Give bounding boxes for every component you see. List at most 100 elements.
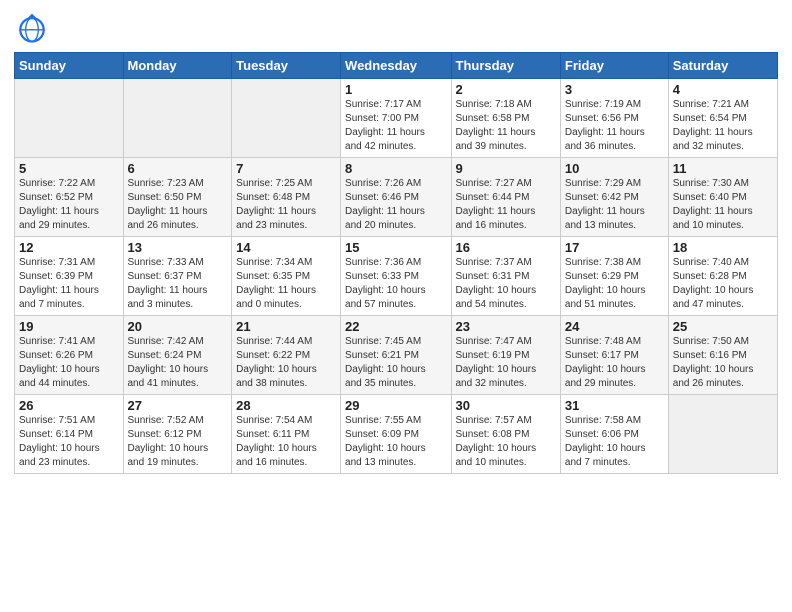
calendar-cell: 2Sunrise: 7:18 AM Sunset: 6:58 PM Daylig… xyxy=(451,79,560,158)
day-number: 14 xyxy=(236,240,336,255)
day-info: Sunrise: 7:25 AM Sunset: 6:48 PM Dayligh… xyxy=(236,177,336,233)
calendar-cell: 18Sunrise: 7:40 AM Sunset: 6:28 PM Dayli… xyxy=(668,237,777,316)
day-info: Sunrise: 7:48 AM Sunset: 6:17 PM Dayligh… xyxy=(565,335,664,391)
calendar-cell: 4Sunrise: 7:21 AM Sunset: 6:54 PM Daylig… xyxy=(668,79,777,158)
header xyxy=(14,10,778,46)
weekday-header-row: SundayMondayTuesdayWednesdayThursdayFrid… xyxy=(15,53,778,79)
weekday-header-wednesday: Wednesday xyxy=(341,53,451,79)
calendar-cell: 23Sunrise: 7:47 AM Sunset: 6:19 PM Dayli… xyxy=(451,316,560,395)
day-number: 9 xyxy=(456,161,556,176)
day-info: Sunrise: 7:26 AM Sunset: 6:46 PM Dayligh… xyxy=(345,177,446,233)
day-number: 5 xyxy=(19,161,119,176)
week-row-4: 19Sunrise: 7:41 AM Sunset: 6:26 PM Dayli… xyxy=(15,316,778,395)
calendar-cell: 5Sunrise: 7:22 AM Sunset: 6:52 PM Daylig… xyxy=(15,158,124,237)
calendar-cell: 13Sunrise: 7:33 AM Sunset: 6:37 PM Dayli… xyxy=(123,237,232,316)
day-number: 30 xyxy=(456,398,556,413)
day-info: Sunrise: 7:45 AM Sunset: 6:21 PM Dayligh… xyxy=(345,335,446,391)
calendar-table: SundayMondayTuesdayWednesdayThursdayFrid… xyxy=(14,52,778,474)
day-info: Sunrise: 7:22 AM Sunset: 6:52 PM Dayligh… xyxy=(19,177,119,233)
day-number: 20 xyxy=(128,319,228,334)
day-info: Sunrise: 7:58 AM Sunset: 6:06 PM Dayligh… xyxy=(565,414,664,470)
calendar-cell xyxy=(123,79,232,158)
calendar-cell: 26Sunrise: 7:51 AM Sunset: 6:14 PM Dayli… xyxy=(15,395,124,474)
day-info: Sunrise: 7:27 AM Sunset: 6:44 PM Dayligh… xyxy=(456,177,556,233)
page: SundayMondayTuesdayWednesdayThursdayFrid… xyxy=(0,0,792,612)
day-info: Sunrise: 7:50 AM Sunset: 6:16 PM Dayligh… xyxy=(673,335,773,391)
day-info: Sunrise: 7:34 AM Sunset: 6:35 PM Dayligh… xyxy=(236,256,336,312)
day-number: 19 xyxy=(19,319,119,334)
calendar-cell: 7Sunrise: 7:25 AM Sunset: 6:48 PM Daylig… xyxy=(232,158,341,237)
week-row-1: 1Sunrise: 7:17 AM Sunset: 7:00 PM Daylig… xyxy=(15,79,778,158)
calendar-cell: 31Sunrise: 7:58 AM Sunset: 6:06 PM Dayli… xyxy=(560,395,668,474)
calendar-cell xyxy=(15,79,124,158)
weekday-header-tuesday: Tuesday xyxy=(232,53,341,79)
calendar-cell: 17Sunrise: 7:38 AM Sunset: 6:29 PM Dayli… xyxy=(560,237,668,316)
day-info: Sunrise: 7:30 AM Sunset: 6:40 PM Dayligh… xyxy=(673,177,773,233)
day-info: Sunrise: 7:38 AM Sunset: 6:29 PM Dayligh… xyxy=(565,256,664,312)
day-info: Sunrise: 7:37 AM Sunset: 6:31 PM Dayligh… xyxy=(456,256,556,312)
day-info: Sunrise: 7:42 AM Sunset: 6:24 PM Dayligh… xyxy=(128,335,228,391)
calendar-cell: 29Sunrise: 7:55 AM Sunset: 6:09 PM Dayli… xyxy=(341,395,451,474)
day-info: Sunrise: 7:31 AM Sunset: 6:39 PM Dayligh… xyxy=(19,256,119,312)
calendar-cell: 25Sunrise: 7:50 AM Sunset: 6:16 PM Dayli… xyxy=(668,316,777,395)
day-number: 12 xyxy=(19,240,119,255)
day-info: Sunrise: 7:36 AM Sunset: 6:33 PM Dayligh… xyxy=(345,256,446,312)
day-number: 1 xyxy=(345,82,446,97)
calendar-cell: 8Sunrise: 7:26 AM Sunset: 6:46 PM Daylig… xyxy=(341,158,451,237)
day-number: 13 xyxy=(128,240,228,255)
calendar-cell xyxy=(232,79,341,158)
day-number: 15 xyxy=(345,240,446,255)
day-number: 23 xyxy=(456,319,556,334)
calendar-cell: 22Sunrise: 7:45 AM Sunset: 6:21 PM Dayli… xyxy=(341,316,451,395)
day-info: Sunrise: 7:29 AM Sunset: 6:42 PM Dayligh… xyxy=(565,177,664,233)
day-number: 31 xyxy=(565,398,664,413)
day-info: Sunrise: 7:55 AM Sunset: 6:09 PM Dayligh… xyxy=(345,414,446,470)
day-number: 25 xyxy=(673,319,773,334)
day-info: Sunrise: 7:52 AM Sunset: 6:12 PM Dayligh… xyxy=(128,414,228,470)
calendar-cell: 30Sunrise: 7:57 AM Sunset: 6:08 PM Dayli… xyxy=(451,395,560,474)
weekday-header-friday: Friday xyxy=(560,53,668,79)
calendar-cell: 10Sunrise: 7:29 AM Sunset: 6:42 PM Dayli… xyxy=(560,158,668,237)
calendar-cell: 28Sunrise: 7:54 AM Sunset: 6:11 PM Dayli… xyxy=(232,395,341,474)
day-info: Sunrise: 7:41 AM Sunset: 6:26 PM Dayligh… xyxy=(19,335,119,391)
day-info: Sunrise: 7:54 AM Sunset: 6:11 PM Dayligh… xyxy=(236,414,336,470)
day-info: Sunrise: 7:21 AM Sunset: 6:54 PM Dayligh… xyxy=(673,98,773,154)
weekday-header-sunday: Sunday xyxy=(15,53,124,79)
calendar-cell: 12Sunrise: 7:31 AM Sunset: 6:39 PM Dayli… xyxy=(15,237,124,316)
weekday-header-saturday: Saturday xyxy=(668,53,777,79)
week-row-2: 5Sunrise: 7:22 AM Sunset: 6:52 PM Daylig… xyxy=(15,158,778,237)
weekday-header-monday: Monday xyxy=(123,53,232,79)
day-info: Sunrise: 7:19 AM Sunset: 6:56 PM Dayligh… xyxy=(565,98,664,154)
day-info: Sunrise: 7:18 AM Sunset: 6:58 PM Dayligh… xyxy=(456,98,556,154)
day-info: Sunrise: 7:40 AM Sunset: 6:28 PM Dayligh… xyxy=(673,256,773,312)
day-number: 4 xyxy=(673,82,773,97)
day-number: 16 xyxy=(456,240,556,255)
logo-icon xyxy=(14,10,50,46)
day-info: Sunrise: 7:44 AM Sunset: 6:22 PM Dayligh… xyxy=(236,335,336,391)
day-info: Sunrise: 7:57 AM Sunset: 6:08 PM Dayligh… xyxy=(456,414,556,470)
day-number: 26 xyxy=(19,398,119,413)
calendar-cell: 11Sunrise: 7:30 AM Sunset: 6:40 PM Dayli… xyxy=(668,158,777,237)
day-number: 8 xyxy=(345,161,446,176)
calendar-cell: 16Sunrise: 7:37 AM Sunset: 6:31 PM Dayli… xyxy=(451,237,560,316)
day-info: Sunrise: 7:17 AM Sunset: 7:00 PM Dayligh… xyxy=(345,98,446,154)
day-number: 29 xyxy=(345,398,446,413)
day-number: 27 xyxy=(128,398,228,413)
day-number: 21 xyxy=(236,319,336,334)
weekday-header-thursday: Thursday xyxy=(451,53,560,79)
day-info: Sunrise: 7:23 AM Sunset: 6:50 PM Dayligh… xyxy=(128,177,228,233)
calendar-cell: 1Sunrise: 7:17 AM Sunset: 7:00 PM Daylig… xyxy=(341,79,451,158)
calendar-cell: 20Sunrise: 7:42 AM Sunset: 6:24 PM Dayli… xyxy=(123,316,232,395)
day-number: 2 xyxy=(456,82,556,97)
day-number: 10 xyxy=(565,161,664,176)
day-number: 3 xyxy=(565,82,664,97)
day-info: Sunrise: 7:51 AM Sunset: 6:14 PM Dayligh… xyxy=(19,414,119,470)
day-number: 18 xyxy=(673,240,773,255)
calendar-cell: 14Sunrise: 7:34 AM Sunset: 6:35 PM Dayli… xyxy=(232,237,341,316)
calendar-cell: 9Sunrise: 7:27 AM Sunset: 6:44 PM Daylig… xyxy=(451,158,560,237)
calendar-cell: 3Sunrise: 7:19 AM Sunset: 6:56 PM Daylig… xyxy=(560,79,668,158)
day-number: 7 xyxy=(236,161,336,176)
day-number: 11 xyxy=(673,161,773,176)
calendar-cell: 19Sunrise: 7:41 AM Sunset: 6:26 PM Dayli… xyxy=(15,316,124,395)
calendar-cell: 24Sunrise: 7:48 AM Sunset: 6:17 PM Dayli… xyxy=(560,316,668,395)
